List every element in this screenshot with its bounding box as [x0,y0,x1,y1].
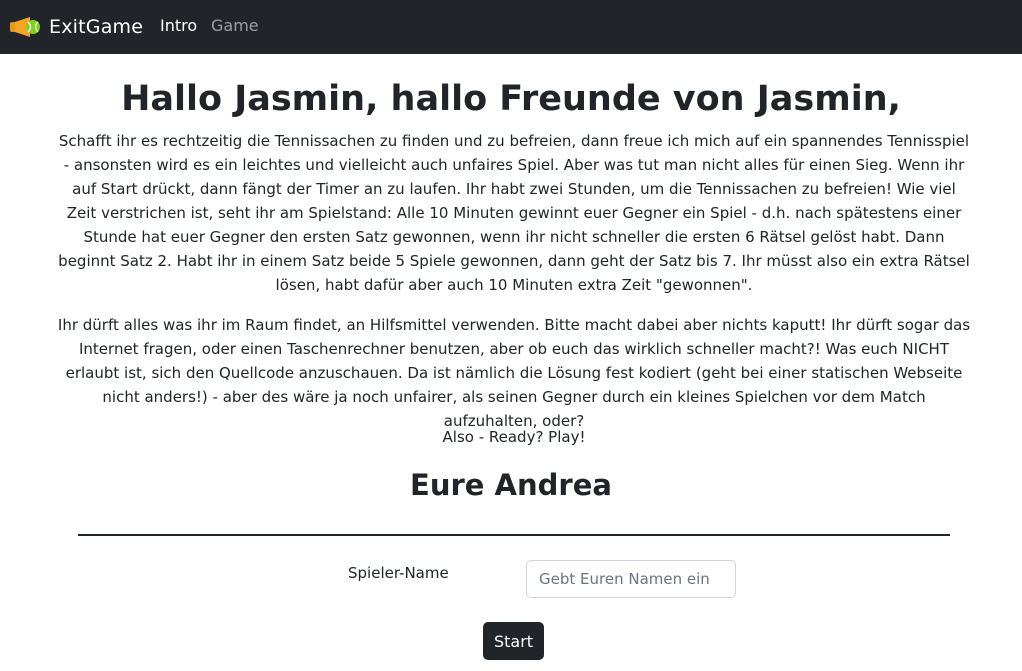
brand-name: ExitGame [49,16,144,38]
nav-link-intro[interactable]: Intro [160,16,197,36]
main-content: Hallo Jasmin, hallo Freunde von Jasmin, … [0,54,1022,671]
top-navbar: ExitGame Intro Game [0,0,1022,54]
page-title: Hallo Jasmin, hallo Freunde von Jasmin, [121,79,901,119]
player-name-label: Spieler-Name [348,564,449,582]
tennis-ball-logo-icon [10,17,40,37]
nav-link-game[interactable]: Game [211,16,259,36]
signature-heading: Eure Andrea [410,468,612,502]
brand-link[interactable]: ExitGame [8,0,143,54]
ready-text: Also - Ready? Play! [442,428,586,446]
start-button[interactable]: Start [483,622,544,660]
player-name-input[interactable] [526,560,736,598]
intro-paragraph: Schafft ihr es rechtzeitig die Tennissac… [58,132,970,294]
rules-paragraph: Ihr dürft alles was ihr im Raum findet, … [57,316,971,430]
divider [78,534,950,536]
